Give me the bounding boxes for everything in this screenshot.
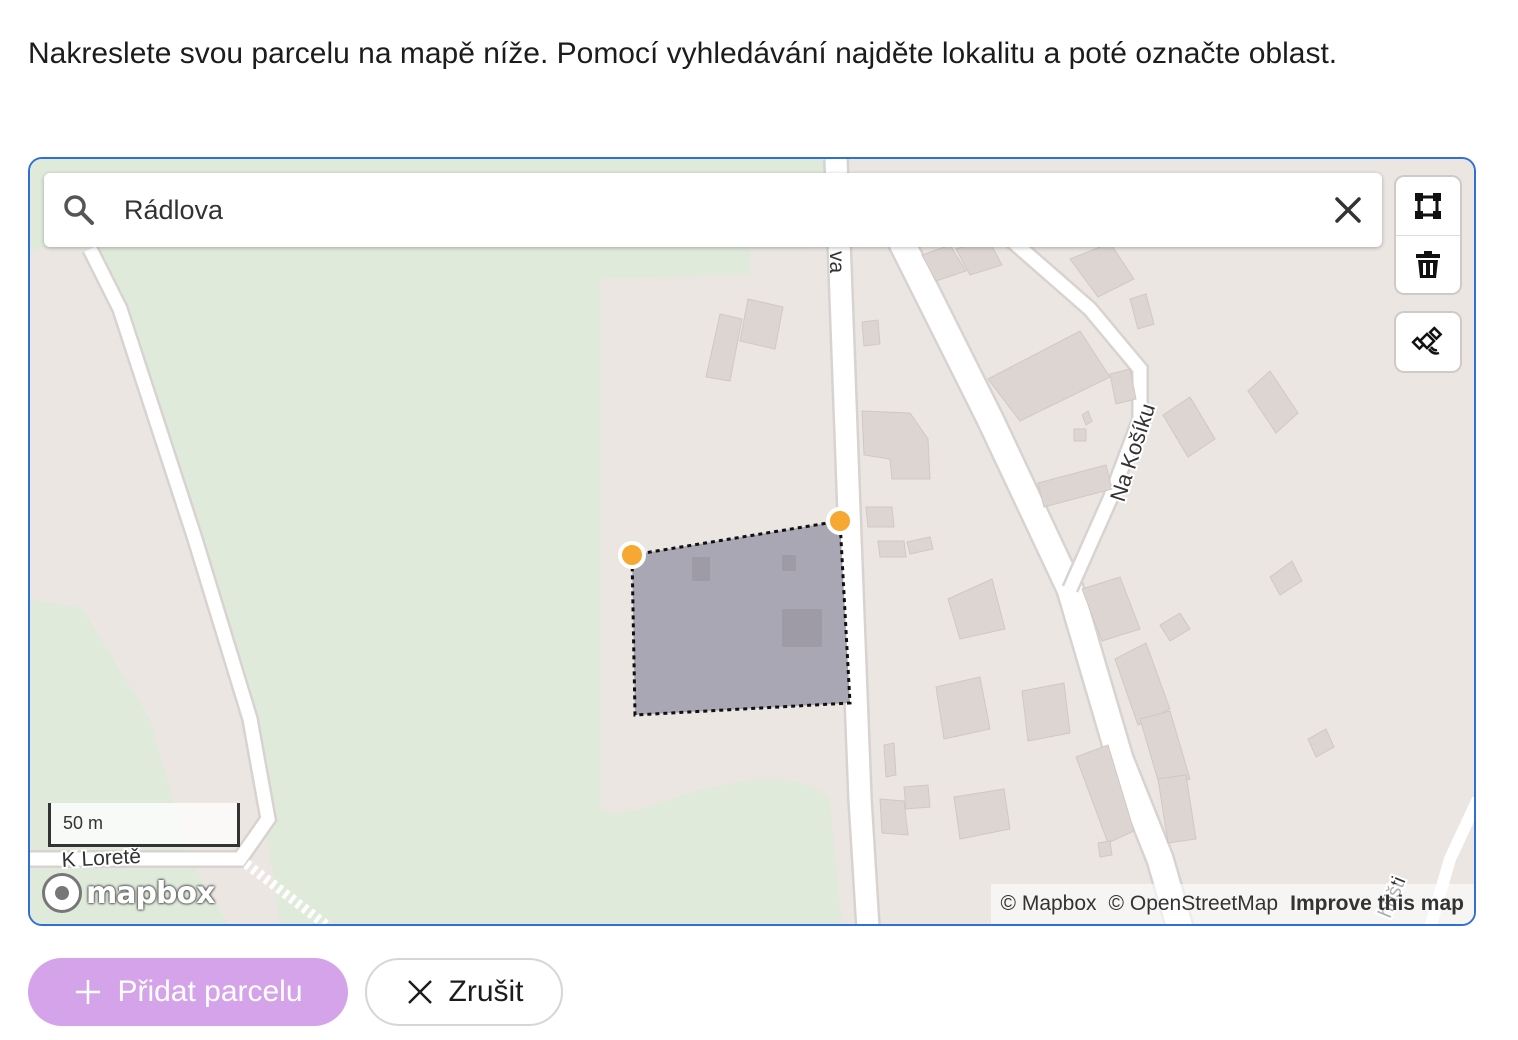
satellite-toggle-button[interactable] (1396, 313, 1460, 371)
satellite-icon (1411, 326, 1443, 355)
street-label-k-lorete: K Loretě (61, 845, 141, 872)
cancel-button[interactable]: Zrušit (365, 958, 563, 1026)
map-search-box[interactable] (44, 173, 1382, 247)
mapbox-logo-icon (42, 873, 82, 913)
map-attribution: © Mapbox © OpenStreetMap Improve this ma… (990, 884, 1474, 924)
street-label-radlova: va (825, 251, 848, 274)
draw-polygon-button[interactable] (1396, 177, 1460, 235)
add-parcel-button[interactable]: Přidat parcelu (28, 958, 348, 1026)
search-input[interactable] (124, 187, 1304, 233)
delete-polygon-button[interactable] (1396, 235, 1460, 293)
cancel-label: Zrušit (448, 975, 524, 1008)
mapbox-logo-text: mapbox (86, 875, 215, 911)
trash-icon (1416, 250, 1440, 278)
polygon-draw-icon (1415, 193, 1441, 219)
attribution-osm-link[interactable]: © OpenStreetMap (1109, 892, 1279, 916)
add-parcel-label: Přidat parcelu (117, 975, 303, 1008)
attribution-mapbox-link[interactable]: © Mapbox (1001, 892, 1097, 916)
draw-controls (1396, 177, 1460, 293)
scale-bar: 50 m (48, 803, 240, 847)
layer-controls (1396, 313, 1460, 371)
search-icon (64, 195, 94, 225)
map-canvas[interactable]: va Na Košíku K Loretě hřišti (30, 159, 1476, 926)
polygon-vertex[interactable] (826, 507, 854, 535)
mapbox-logo[interactable]: mapbox (42, 871, 215, 915)
instructions-text: Nakreslete svou parcelu na mapě níže. Po… (28, 37, 1338, 70)
close-icon (407, 980, 432, 1004)
polygon-vertex[interactable] (618, 541, 646, 569)
close-icon[interactable] (1332, 194, 1364, 226)
plus-icon (76, 980, 101, 1004)
map-container[interactable]: va Na Košíku K Loretě hřišti (28, 157, 1476, 926)
improve-map-link[interactable]: Improve this map (1290, 892, 1464, 916)
